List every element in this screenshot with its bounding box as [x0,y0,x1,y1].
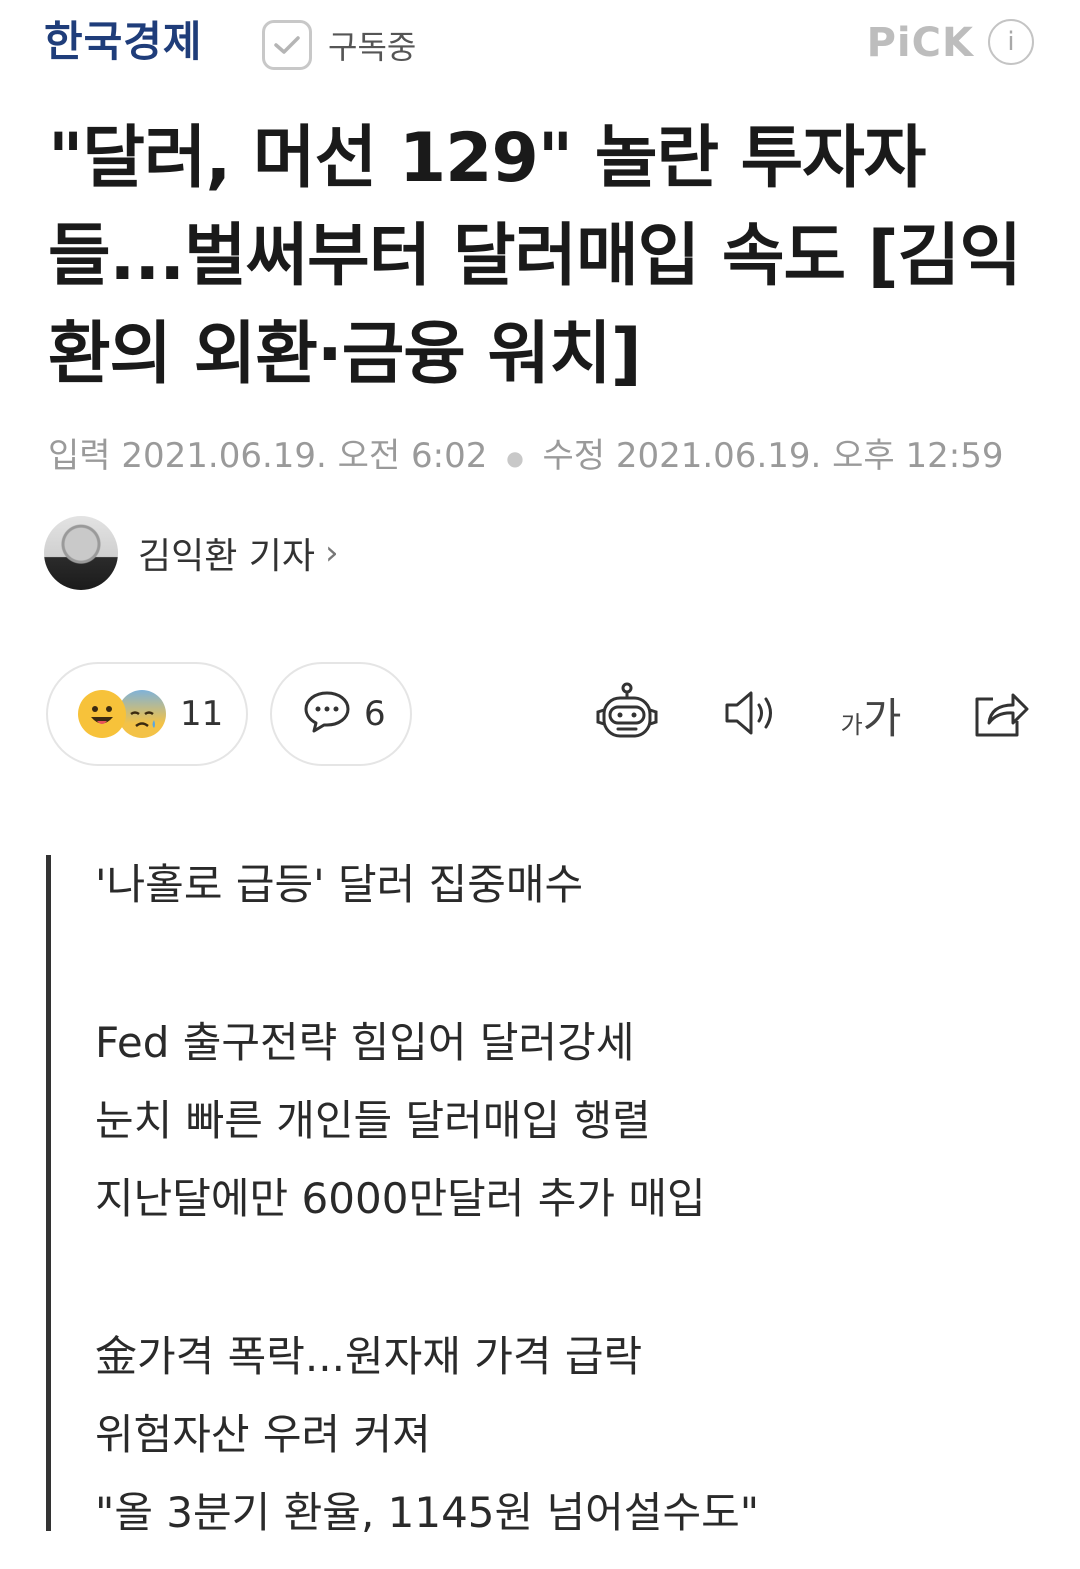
summary-line: 金가격 폭락...원자재 가격 급락 [95,1332,643,1381]
modified-label: 수정 [542,436,606,476]
reaction-count: 11 [180,694,224,734]
subscribe-toggle[interactable]: 구독중 [262,17,416,73]
font-big-glyph: 가 [862,693,902,743]
font-size-button[interactable]: 가가 [836,680,906,750]
comment-count: 6 [364,694,386,734]
reaction-button[interactable]: 11 [46,662,248,766]
subscribe-label: 구독중 [328,28,417,66]
font-size-icon: 가가 [841,685,902,746]
pick-badge: PiCK [866,20,974,66]
robot-icon [594,682,660,748]
press-logo[interactable]: 한국경제 [44,14,203,70]
share-button[interactable] [964,680,1034,750]
summary-line: 위험자산 우려 커져 [95,1410,431,1459]
comment-button[interactable]: 6 [270,662,412,766]
happy-emoji-icon [78,690,126,738]
share-icon [969,685,1029,745]
reporter-name: 김익환 기자 [138,536,316,577]
info-icon[interactable]: i [988,19,1034,65]
article-summary: '나홀로 급등' 달러 집중매수 Fed 출구전략 힘입어 달러강세 눈치 빠른… [46,855,1031,1537]
summary-line: 지난달에만 6000만달러 추가 매입 [95,1174,706,1223]
article-dateline: 입력 2021.06.19. 오전 6:02 ● 수정 2021.06.19. … [48,428,1003,477]
summary-line: "올 3분기 환율, 1145원 넘어설수도" [95,1488,760,1537]
text-to-speech-button[interactable] [716,680,786,750]
summary-line: 눈치 빠른 개인들 달러매입 행렬 [95,1096,651,1145]
article-title: "달러, 머선 129" 놀란 투자자들...벌써부터 달러매입 속도 [김익환… [48,119,1022,394]
summary-bot-button[interactable] [592,680,662,750]
font-small-glyph: 가 [840,710,863,739]
dot-separator: ● [506,445,524,470]
reporter-link[interactable]: 김익환 기자 › [44,516,339,590]
summary-line: '나홀로 급등' 달러 집중매수 [95,860,584,909]
input-label: 입력 [48,436,111,476]
modified-datetime: 2021.06.19. 오후 12:59 [615,436,1004,476]
checkmark-icon [262,20,312,70]
reporter-avatar [44,516,118,590]
speaker-icon [721,688,781,742]
summary-line: Fed 출구전략 힘입어 달러강세 [95,1018,635,1067]
article-header: 한국경제 구독중 PiCK i [0,0,1080,96]
input-datetime: 2021.06.19. 오전 6:02 [121,436,488,476]
comment-bubble-icon [302,689,352,739]
chevron-right-icon: › [325,533,339,573]
